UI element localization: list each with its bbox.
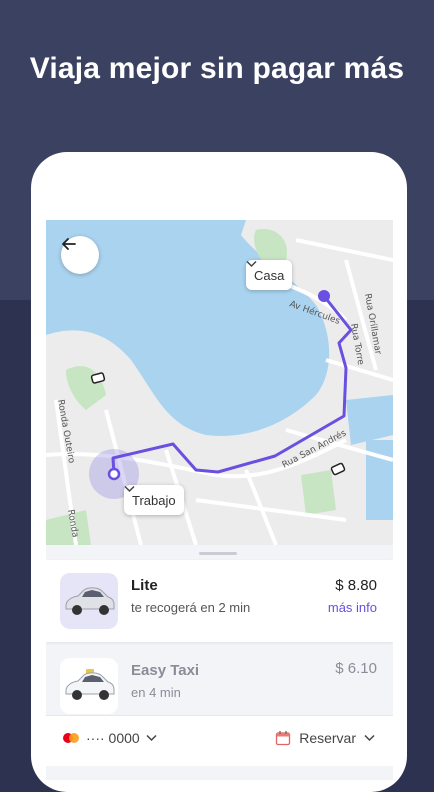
car-taxi-image bbox=[60, 658, 118, 714]
destination-label-text: Casa bbox=[254, 267, 285, 283]
reserve-selector[interactable]: Reservar bbox=[275, 730, 375, 746]
mastercard-icon bbox=[63, 733, 79, 743]
more-info-link[interactable]: más info bbox=[328, 600, 377, 615]
ride-eta: en 4 min bbox=[131, 685, 181, 700]
sheet-drag-handle[interactable] bbox=[199, 552, 237, 555]
chevron-down-icon bbox=[246, 260, 257, 268]
payment-method-selector[interactable]: ···· 0000 bbox=[62, 730, 157, 746]
reserve-label: Reservar bbox=[299, 730, 356, 746]
app-screen: Av Hércules Rua Orillamar Rua Torre Rua … bbox=[46, 220, 393, 780]
map-view[interactable]: Av Hércules Rua Orillamar Rua Torre Rua … bbox=[46, 220, 393, 545]
ride-price: $ 8.80 bbox=[335, 577, 377, 594]
ride-eta: te recogerá en 2 min bbox=[131, 600, 251, 615]
origin-label-text: Trabajo bbox=[132, 492, 176, 508]
headline: Viaja mejor sin pagar más bbox=[29, 52, 405, 85]
chevron-down-icon bbox=[124, 485, 135, 493]
destination-marker bbox=[318, 290, 330, 302]
ride-name: Lite bbox=[131, 577, 158, 594]
origin-label[interactable]: Trabajo bbox=[124, 485, 184, 515]
phone-frame: Av Hércules Rua Orillamar Rua Torre Rua … bbox=[31, 152, 407, 792]
chevron-down-icon bbox=[146, 734, 157, 742]
map-graphic: Av Hércules Rua Orillamar Rua Torre Rua … bbox=[46, 220, 393, 545]
ride-option-lite[interactable]: Lite te recogerá en 2 min $ 8.80 más inf… bbox=[46, 560, 393, 642]
payment-label: ···· 0000 bbox=[86, 730, 140, 746]
ride-name: Easy Taxi bbox=[131, 662, 200, 679]
ride-price: $ 6.10 bbox=[335, 660, 377, 677]
calendar-icon bbox=[276, 731, 291, 746]
back-button[interactable] bbox=[61, 236, 99, 274]
chevron-down-icon bbox=[364, 734, 375, 742]
destination-label[interactable]: Casa bbox=[246, 260, 293, 290]
origin-marker bbox=[107, 467, 121, 481]
ride-options-sheet: Lite te recogerá en 2 min $ 8.80 más inf… bbox=[46, 545, 393, 780]
booking-footer: ···· 0000 Reservar bbox=[46, 715, 393, 766]
car-lite-image bbox=[60, 573, 118, 629]
arrow-left-icon bbox=[62, 238, 76, 250]
